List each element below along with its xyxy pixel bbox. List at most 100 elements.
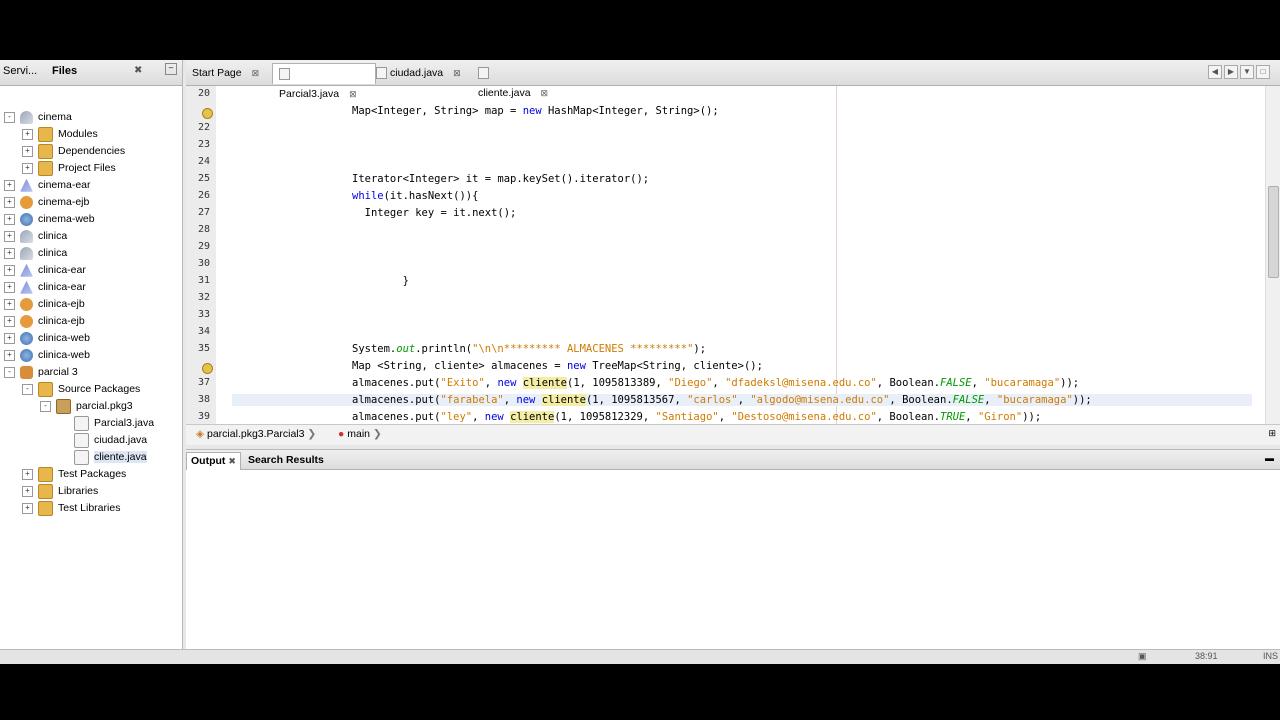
close-tab-icon[interactable]: ⊠	[252, 68, 260, 78]
lightbulb-hint-icon[interactable]	[202, 363, 213, 374]
editor-tab[interactable]: cliente.java ⊠	[472, 63, 568, 99]
close-icon[interactable]: ✖	[134, 65, 142, 76]
expand-icon[interactable]: +	[4, 281, 15, 293]
string-literal: "Exito"	[440, 377, 485, 389]
code-line[interactable]: Map <String, cliente> almacenes = new Tr…	[352, 360, 763, 372]
ear-icon	[20, 263, 33, 277]
tree-node-label: clinica-ear	[38, 264, 86, 276]
expand-icon[interactable]: +	[4, 298, 15, 310]
tree-node[interactable]: + Project Files	[22, 160, 116, 177]
tree-node[interactable]: + Test Libraries	[22, 500, 120, 517]
vertical-scrollbar[interactable]	[1265, 86, 1280, 424]
close-icon[interactable]: ✖	[228, 456, 236, 466]
tree-node[interactable]: - cinema	[4, 109, 72, 126]
output-panel: Output ✖ Search Results ▬	[186, 449, 1280, 650]
tree-node[interactable]: - Source Packages	[22, 381, 140, 398]
scroll-right-icon[interactable]: ▶	[1224, 65, 1238, 79]
expand-icon[interactable]: +	[4, 264, 15, 276]
tree-node[interactable]: + clinica-web	[4, 330, 90, 347]
expand-icon[interactable]: +	[4, 315, 15, 327]
code-line[interactable]: Iterator<Integer> it = map.keySet().iter…	[352, 173, 649, 185]
tree-node[interactable]: + clinica-web	[4, 347, 90, 364]
collapse-icon[interactable]: -	[40, 400, 51, 412]
tree-node[interactable]: + Test Packages	[22, 466, 126, 483]
tree-node[interactable]: ciudad.java	[58, 432, 147, 449]
tree-node[interactable]: + cinema-ejb	[4, 194, 89, 211]
code-line[interactable]: System.out.println("\n\n********* ALMACE…	[352, 343, 706, 355]
code-line[interactable]: Map<Integer, String> map = new HashMap<I…	[352, 105, 719, 117]
tree-node[interactable]: + cinema-web	[4, 211, 95, 228]
tree-node[interactable]: + clinica-ejb	[4, 313, 85, 330]
editor-tab[interactable]: Parcial3.java ⊠	[272, 63, 376, 100]
tree-node[interactable]: + clinica	[4, 245, 67, 262]
expand-icon[interactable]: +	[4, 247, 15, 259]
expand-icon[interactable]: ⊞	[1268, 428, 1276, 439]
collapse-icon[interactable]: -	[4, 111, 15, 123]
code-line[interactable]: Integer key = it.next();	[352, 207, 517, 219]
line-number: 34	[197, 326, 210, 337]
lightbulb-hint-icon[interactable]	[202, 108, 213, 119]
minimize-icon[interactable]: –	[165, 63, 177, 75]
line-number: 35	[197, 343, 210, 354]
scrollbar-thumb[interactable]	[1268, 186, 1279, 278]
code-line[interactable]: almacenes.put("farabela", new cliente(1,…	[232, 394, 1252, 406]
string-literal: "algodo@misena.edu.co"	[750, 394, 890, 406]
tree-node[interactable]: - parcial 3	[4, 364, 78, 381]
notification-icon[interactable]: ▣	[1138, 651, 1147, 662]
code-text: ));	[1022, 411, 1042, 423]
expand-icon[interactable]: +	[4, 213, 15, 225]
expand-icon[interactable]: +	[22, 162, 33, 174]
expand-icon[interactable]: +	[22, 468, 33, 480]
editor-tab[interactable]: Start Page ⊠	[186, 63, 276, 83]
keyword: new	[522, 105, 542, 117]
tree-node-label: ciudad.java	[94, 434, 148, 446]
tree-node[interactable]: + clinica-ejb	[4, 296, 85, 313]
expand-icon[interactable]: +	[22, 502, 33, 514]
tab-search-results[interactable]: Search Results	[244, 452, 328, 469]
tree-node[interactable]: + clinica-ear	[4, 262, 86, 279]
code-line[interactable]: }	[352, 275, 409, 287]
code-line[interactable]: almacenes.put("Exito", new cliente(1, 10…	[352, 377, 1079, 389]
tab-output[interactable]: Output ✖	[186, 452, 241, 470]
expand-icon[interactable]: +	[4, 349, 15, 361]
maximize-icon[interactable]: □	[1256, 65, 1270, 79]
tree-node[interactable]: + cinema-ear	[4, 177, 91, 194]
code-text: , Boolean.	[876, 411, 940, 423]
folder-icon	[38, 483, 53, 499]
tree-node[interactable]: + Modules	[22, 126, 98, 143]
collapse-icon[interactable]: -	[22, 383, 33, 395]
expand-icon[interactable]: +	[22, 485, 33, 497]
collapse-icon[interactable]: -	[4, 366, 15, 378]
tree-node[interactable]: + Libraries	[22, 483, 98, 500]
tree-node[interactable]: - parcial.pkg3	[40, 398, 133, 415]
expand-icon[interactable]: +	[4, 196, 15, 208]
breadcrumb-method[interactable]: ● main ❯	[338, 428, 382, 440]
project-icon	[20, 229, 33, 243]
code-text: , Boolean.	[876, 377, 941, 389]
code-line[interactable]: while(it.hasNext()){	[352, 190, 478, 202]
tree-node[interactable]: + Dependencies	[22, 143, 125, 160]
scroll-left-icon[interactable]: ◀	[1208, 65, 1222, 79]
expand-icon[interactable]: +	[4, 179, 15, 191]
code-editor[interactable]: Map<Integer, String> map = new HashMap<I…	[232, 86, 1252, 424]
expand-icon[interactable]: +	[22, 145, 33, 157]
line-number: 39	[197, 411, 210, 422]
tree-node[interactable]: + clinica	[4, 228, 67, 245]
tree-node[interactable]: + clinica-ear	[4, 279, 86, 296]
close-tab-icon[interactable]: ⊠	[453, 68, 461, 78]
tree-node[interactable]: cliente.java	[58, 449, 147, 466]
tab-services[interactable]: Servi...	[3, 65, 37, 77]
expand-icon[interactable]: +	[4, 230, 15, 242]
expand-icon[interactable]: +	[22, 128, 33, 140]
dropdown-icon[interactable]: ▼	[1240, 65, 1254, 79]
tab-files[interactable]: Files	[52, 65, 77, 77]
expand-icon[interactable]: +	[4, 332, 15, 344]
editor-tab[interactable]: ciudad.java ⊠	[370, 63, 476, 83]
minimize-icon[interactable]: ▬	[1265, 453, 1274, 463]
tree-node[interactable]: Parcial3.java	[58, 415, 154, 432]
editor-tab-label: Start Page	[192, 67, 242, 79]
code-line[interactable]: almacenes.put("ley", new cliente(1, 1095…	[352, 411, 1041, 423]
code-text: , Boolean.	[889, 394, 953, 406]
breadcrumb-class[interactable]: ◈ parcial.pkg3.Parcial3 ❯	[196, 428, 316, 440]
line-number: 23	[197, 139, 210, 150]
